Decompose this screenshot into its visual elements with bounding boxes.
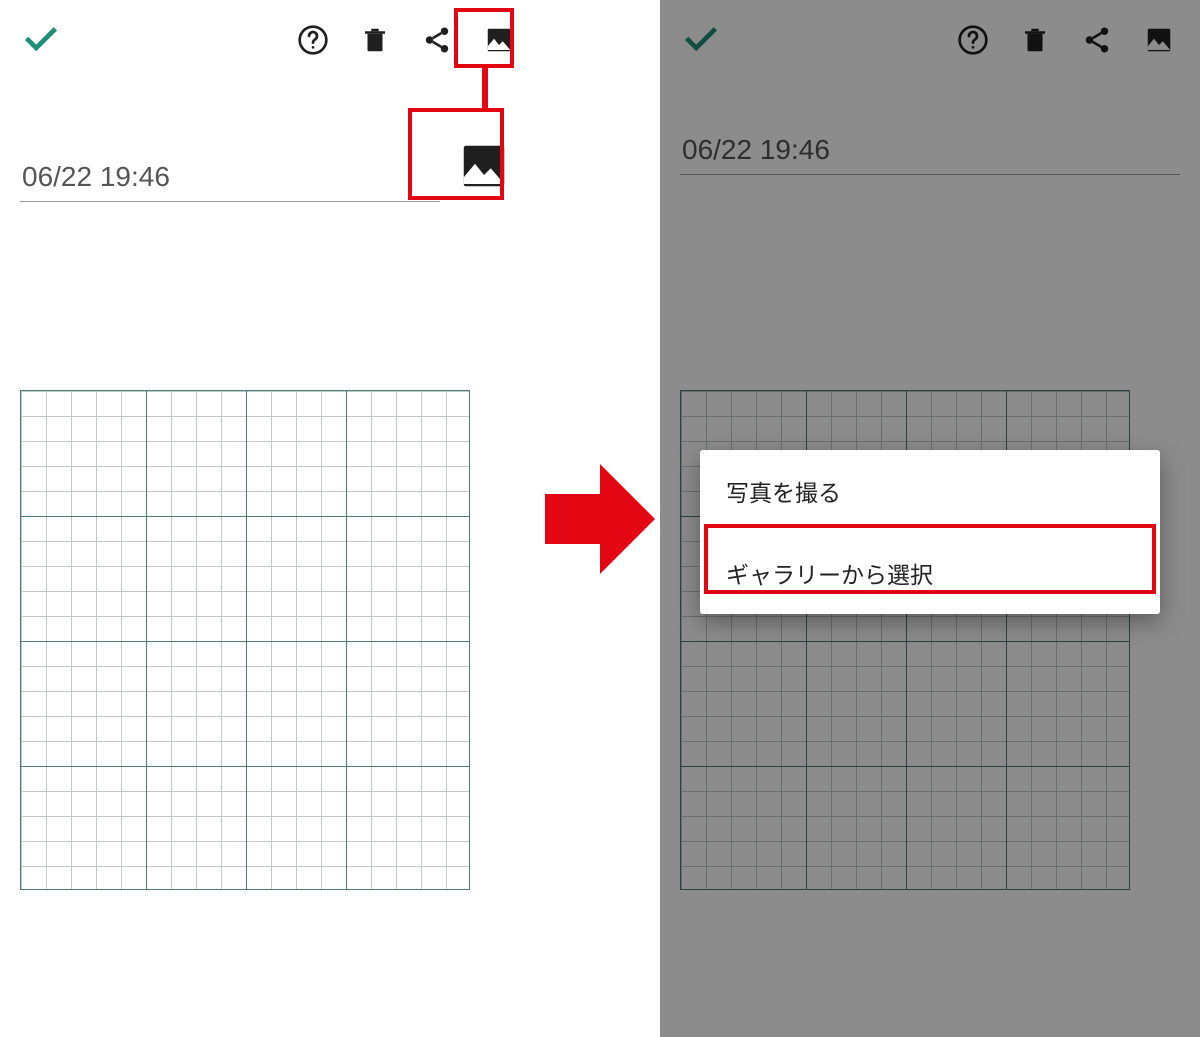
title-row	[0, 80, 540, 202]
share-button[interactable]	[406, 9, 468, 71]
drawing-grid[interactable]	[20, 390, 470, 890]
image-source-dialog: 写真を撮る ギャラリーから選択	[700, 450, 1160, 614]
dialog-option-choose-gallery[interactable]: ギャラリーから選択	[700, 532, 1160, 614]
note-title-input[interactable]	[20, 157, 440, 202]
screen-after: 写真を撮る ギャラリーから選択	[660, 0, 1200, 1037]
toolbar	[0, 0, 540, 80]
confirm-button[interactable]	[10, 9, 72, 71]
help-circle-icon	[297, 24, 329, 56]
image-icon	[484, 25, 514, 55]
delete-button[interactable]	[344, 9, 406, 71]
flow-arrow-icon	[545, 459, 655, 579]
image-icon	[457, 139, 511, 193]
insert-image-button[interactable]	[448, 130, 520, 202]
help-button[interactable]	[282, 9, 344, 71]
trash-icon	[360, 25, 390, 55]
check-icon	[22, 21, 60, 59]
drawing-area	[20, 390, 470, 890]
share-icon	[422, 25, 452, 55]
screen-before	[0, 0, 540, 1037]
dialog-option-take-photo[interactable]: 写真を撮る	[700, 450, 1160, 532]
image-button[interactable]	[468, 9, 530, 71]
flow-gap	[540, 0, 660, 1037]
